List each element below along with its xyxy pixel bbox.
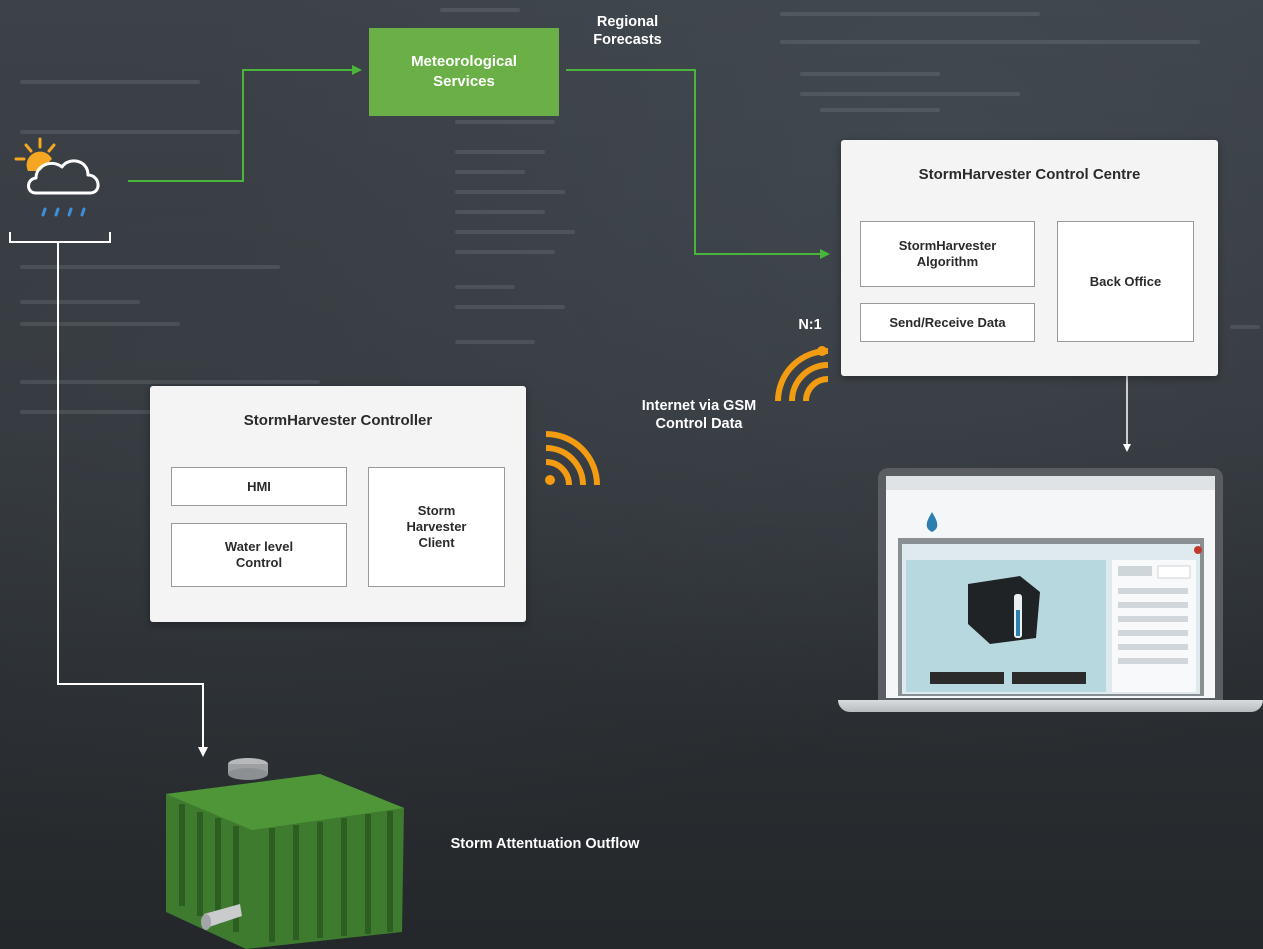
internet-label: Internet via GSM Control Data	[641, 398, 757, 432]
outflow-label: Storm Attentuation Outflow	[450, 836, 640, 852]
connector-weather-to-met	[128, 69, 358, 182]
water-level-label: Water level Control	[224, 539, 294, 570]
send-receive-box: Send/Receive Data	[860, 303, 1035, 342]
control-centre-title: StormHarvester Control Centre	[918, 166, 1141, 183]
tank-icon	[166, 758, 404, 949]
client-box: Storm Harvester Client	[368, 467, 505, 587]
arrowhead-laptop	[1123, 444, 1131, 452]
algorithm-box: StormHarvester Algorithm	[860, 221, 1035, 287]
rain-gauge-bracket	[9, 232, 111, 243]
hmi-box: HMI	[171, 467, 347, 506]
arrowhead-met	[352, 65, 362, 75]
wifi-signal-icon	[775, 346, 829, 402]
send-receive-label: Send/Receive Data	[889, 314, 1006, 330]
back-office-box: Back Office	[1057, 221, 1194, 342]
back-office-label: Back Office	[1089, 273, 1162, 289]
client-label: Storm Harvester Client	[406, 503, 467, 550]
wifi-signal-icon	[545, 431, 600, 486]
controller-panel: StormHarvester Controller HMI Water leve…	[150, 386, 526, 622]
meteorological-services-label: Meteorological Services	[411, 53, 517, 90]
laptop-icon	[838, 468, 1263, 713]
portal-screenshot-art	[886, 476, 1215, 698]
algorithm-label: StormHarvester Algorithm	[898, 238, 997, 269]
controller-title: StormHarvester Controller	[243, 412, 433, 429]
laptop-screen-frame	[878, 468, 1223, 704]
laptop-screen	[886, 476, 1215, 698]
weather-cloud-icon	[14, 137, 100, 217]
control-centre-panel: StormHarvester Control Centre StormHarve…	[841, 140, 1218, 376]
arrowhead-control	[820, 249, 830, 259]
water-level-box: Water level Control	[171, 523, 347, 587]
connector-met-to-control	[566, 69, 824, 255]
regional-forecasts-label: Regional Forecasts	[593, 14, 662, 48]
laptop-base	[838, 700, 1263, 712]
meteorological-services-box: Meteorological Services	[369, 28, 559, 116]
n1-label: N:1	[798, 317, 822, 333]
hmi-label: HMI	[247, 478, 271, 494]
